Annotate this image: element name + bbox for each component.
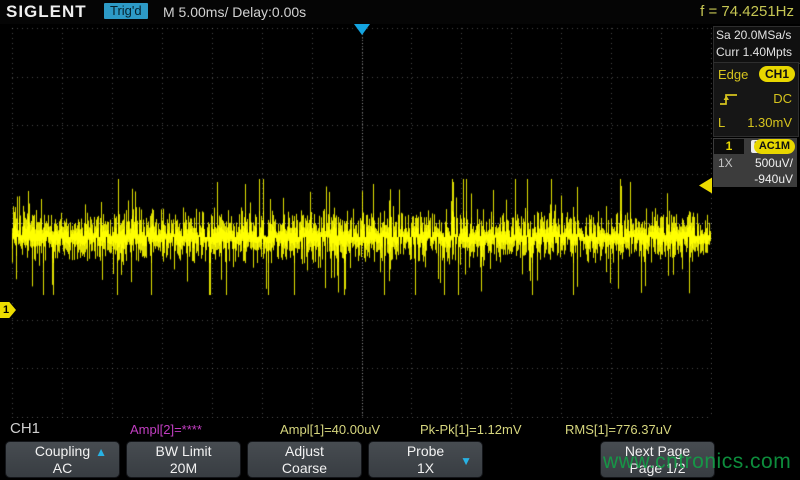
- vertical-scale: 500uV/: [755, 155, 793, 171]
- acquisition-panel: Sa 20.0MSa/s Curr 1.40Mpts: [713, 26, 800, 64]
- trigger-type-label: Edge: [718, 67, 748, 82]
- adjust-button-value: Coarse: [248, 460, 361, 477]
- memory-depth: Curr 1.40Mpts: [716, 44, 800, 61]
- coupling-button[interactable]: Coupling AC ▲: [5, 441, 120, 478]
- sample-rate: Sa 20.0MSa/s: [716, 27, 800, 44]
- probe-attenuation: 1X: [718, 155, 733, 171]
- bw-limit-button-value: 20M: [127, 460, 240, 477]
- next-page-button-label: Next Page: [601, 443, 714, 460]
- adjust-button-label: Adjust: [248, 443, 361, 460]
- timebase-readout: M 5.00ms/ Delay:0.00s: [163, 4, 306, 20]
- trigger-position-marker[interactable]: [354, 24, 370, 35]
- next-page-button-value: Page 1/2: [601, 460, 714, 477]
- trigger-panel[interactable]: Edge CH1 DC L 1.30mV: [713, 62, 799, 137]
- channel-number-badge: 1: [714, 139, 744, 154]
- adjust-button[interactable]: Adjust Coarse: [247, 441, 362, 478]
- channel1-info-panel[interactable]: 1 B AC1M 1X 500uV/ -940uV: [713, 138, 797, 187]
- waveform-display-area: [0, 24, 712, 418]
- measurement-pkpk1: Pk-Pk[1]=1.12mV: [420, 422, 522, 437]
- measurement-rms1: RMS[1]=776.37uV: [565, 422, 672, 437]
- vertical-offset: -940uV: [754, 171, 793, 187]
- oscilloscope-screen: SIGLENT Trig'd M 5.00ms/ Delay:0.00s f =…: [0, 0, 800, 480]
- top-status-bar: SIGLENT Trig'd M 5.00ms/ Delay:0.00s f =…: [0, 0, 800, 24]
- softkey-menu-bar: Coupling AC ▲ BW Limit 20M Adjust Coarse…: [0, 440, 800, 480]
- rising-edge-icon: [718, 91, 740, 107]
- bw-limit-button-label: BW Limit: [127, 443, 240, 460]
- trigger-source-badge: CH1: [759, 66, 795, 82]
- trigger-status-badge: Trig'd: [104, 3, 148, 19]
- frequency-counter: f = 74.4251Hz: [700, 3, 794, 20]
- waveform-canvas: [0, 24, 712, 418]
- right-sidebar: Sa 20.0MSa/s Curr 1.40Mpts Edge CH1 DC L…: [712, 24, 800, 418]
- trigger-level-label: L: [718, 115, 725, 130]
- measurement-ampl2: Ampl[2]=****: [130, 422, 202, 437]
- arrow-up-icon: ▲: [95, 444, 107, 461]
- brand-logo: SIGLENT: [6, 2, 87, 22]
- arrow-down-icon: ▼: [460, 453, 472, 470]
- measurement-bar: CH1 Ampl[2]=**** Ampl[1]=40.00uV Pk-Pk[1…: [0, 418, 712, 440]
- bw-limit-button[interactable]: BW Limit 20M: [126, 441, 241, 478]
- channel-coupling-badge: AC1M: [754, 139, 795, 154]
- probe-button[interactable]: Probe 1X ▼: [368, 441, 483, 478]
- measurement-ampl1: Ampl[1]=40.00uV: [280, 422, 380, 437]
- trigger-level-value: 1.30mV: [747, 111, 792, 135]
- next-page-button[interactable]: Next Page Page 1/2: [600, 441, 715, 478]
- coupling-button-value: AC: [6, 460, 119, 477]
- active-channel-label: CH1: [10, 420, 40, 437]
- trigger-coupling: DC: [773, 87, 792, 111]
